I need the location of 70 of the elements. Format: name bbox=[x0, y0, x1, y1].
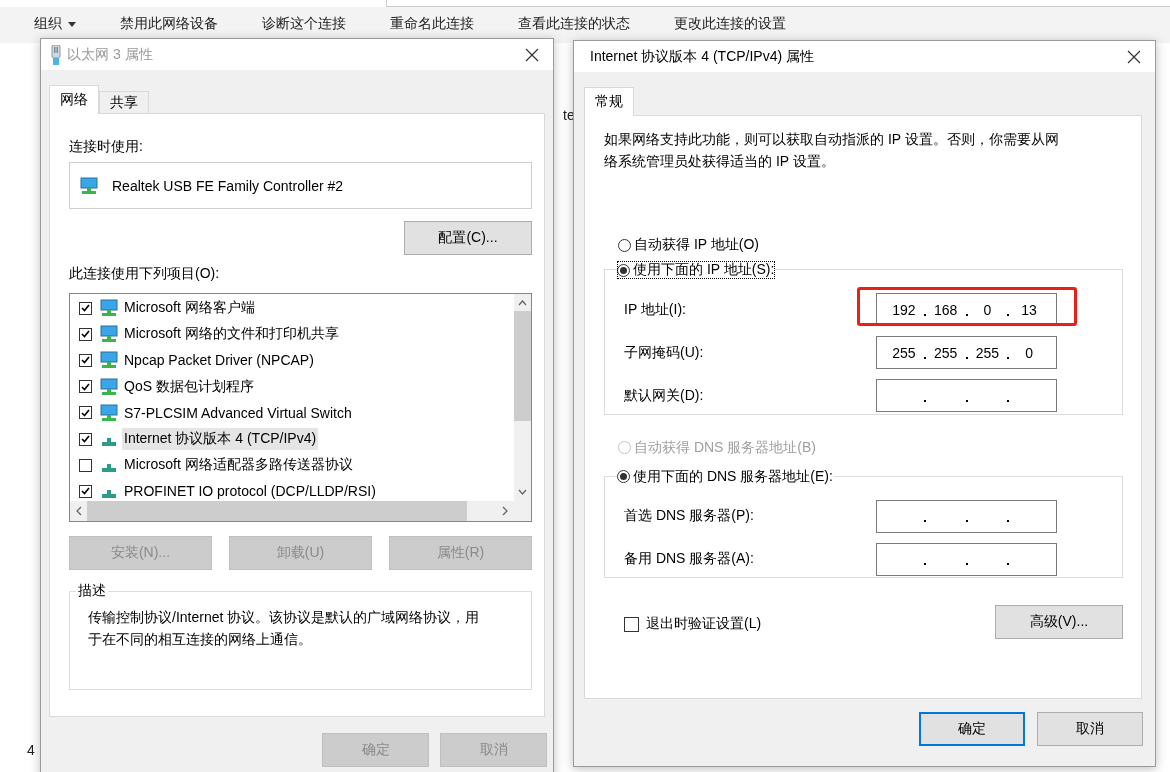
close-icon bbox=[525, 47, 539, 62]
advanced-button[interactable]: 高级(V)... bbox=[995, 605, 1123, 639]
radio-option[interactable]: 使用下面的 IP 地址(S): bbox=[617, 261, 776, 279]
field-label: 连接时使用: bbox=[69, 138, 144, 156]
field-label: IP 地址(I): bbox=[624, 300, 686, 319]
ip-address-field[interactable]: 255 255 255 0 bbox=[876, 336, 1057, 369]
list-item[interactable]: Internet 协议版本 4 (TCP/IPv4) bbox=[122, 428, 319, 451]
adapter-name: Realtek USB FE Family Controller #2 bbox=[112, 177, 344, 194]
list-item[interactable]: Microsoft 网络的文件和打印机共享 bbox=[122, 323, 341, 346]
horizontal-scrollbar[interactable] bbox=[70, 501, 531, 521]
list-text: 4 bbox=[27, 742, 35, 758]
network-service-icon bbox=[100, 351, 118, 370]
field-label: 此连接使用下列项目(O): bbox=[69, 265, 221, 283]
dialog-button[interactable]: 取消 bbox=[1037, 712, 1143, 746]
list-item[interactable]: Microsoft 网络客户端 bbox=[122, 297, 257, 320]
network-service-icon bbox=[100, 403, 118, 422]
protocol-icon bbox=[102, 438, 116, 447]
radio-button[interactable] bbox=[617, 470, 630, 483]
description-text: 传输控制协议/Internet 协议。该协议是默认的广域网络协议，用于在不同的相互连接的网络上通信。 bbox=[88, 608, 481, 649]
checkbox[interactable] bbox=[79, 353, 92, 367]
toolbar-button[interactable]: 查看此连接的状态 bbox=[516, 15, 632, 33]
field-label: 首选 DNS 服务器(P): bbox=[624, 507, 754, 525]
ethernet-plug-icon bbox=[51, 44, 61, 65]
configure-button[interactable]: 配置(C)... bbox=[404, 221, 532, 255]
radio-button[interactable] bbox=[618, 238, 631, 252]
network-service-icon bbox=[100, 377, 118, 396]
list-item[interactable]: Npcap Packet Driver (NPCAP) bbox=[122, 350, 316, 371]
toolbar-button[interactable]: 禁用此网络设备 bbox=[118, 15, 220, 33]
checkbox[interactable] bbox=[79, 484, 92, 498]
ip-address-field[interactable] bbox=[876, 379, 1057, 412]
radio-option[interactable]: 自动获得 IP 地址(O) bbox=[618, 236, 760, 254]
vertical-scrollbar[interactable] bbox=[514, 294, 531, 501]
checkbox[interactable] bbox=[79, 458, 92, 472]
toolbar-button[interactable]: 诊断这个连接 bbox=[260, 15, 348, 33]
tab[interactable]: 网络 bbox=[49, 85, 99, 114]
list-item[interactable]: Microsoft 网络适配器多路传送器协议 bbox=[122, 454, 355, 477]
dialog-button[interactable]: 确定 bbox=[919, 712, 1025, 746]
window-title: 以太网 3 属性 bbox=[67, 45, 154, 64]
protocol-icon bbox=[102, 490, 116, 499]
list-item[interactable]: PROFINET IO protocol (DCP/LLDP/RSI) bbox=[122, 481, 378, 501]
checkbox[interactable] bbox=[79, 301, 92, 315]
list-item[interactable]: S7-PLCSIM Advanced Virtual Switch bbox=[122, 402, 354, 423]
ip-address-field[interactable] bbox=[876, 499, 1057, 533]
field-label: 默认网关(D): bbox=[624, 386, 704, 405]
network-service-icon bbox=[100, 299, 118, 318]
checkbox[interactable] bbox=[79, 380, 92, 394]
checkbox[interactable] bbox=[79, 327, 92, 341]
toolbar-button[interactable]: 组织 bbox=[32, 15, 78, 33]
tab[interactable]: 共享 bbox=[99, 91, 149, 113]
tab[interactable]: 常规 bbox=[584, 87, 634, 116]
window-title: Internet 协议版本 4 (TCP/IPv4) 属性 bbox=[590, 47, 816, 66]
toolbar-button[interactable]: 重命名此连接 bbox=[388, 15, 476, 33]
radio-button[interactable] bbox=[617, 263, 630, 277]
field-label: 备用 DNS 服务器(A): bbox=[624, 550, 754, 568]
ip-address-field[interactable] bbox=[876, 542, 1057, 576]
caret-icon bbox=[68, 21, 76, 27]
list-item[interactable]: QoS 数据包计划程序 bbox=[122, 375, 256, 398]
intro-text: 如果网络支持此功能，则可以获取自动指派的 IP 设置。否则，你需要从网络系统管理员处获得适当的 IP 设置。 bbox=[604, 130, 1060, 171]
group-title: 描述 bbox=[77, 582, 107, 600]
network-service-icon bbox=[100, 325, 118, 344]
checkbox-option[interactable]: 退出时验证设置(L) bbox=[624, 615, 763, 633]
close-icon bbox=[1127, 49, 1141, 64]
checkbox[interactable] bbox=[624, 616, 639, 632]
radio-option[interactable]: 使用下面的 DNS 服务器地址(E): bbox=[617, 467, 834, 486]
field-label: 子网掩码(U): bbox=[624, 343, 704, 362]
toolbar-button[interactable]: 更改此连接的设置 bbox=[672, 15, 788, 33]
checkbox[interactable] bbox=[79, 406, 92, 420]
protocol-icon bbox=[102, 464, 116, 473]
network-adapter-icon bbox=[80, 176, 98, 195]
checkbox[interactable] bbox=[79, 432, 92, 446]
